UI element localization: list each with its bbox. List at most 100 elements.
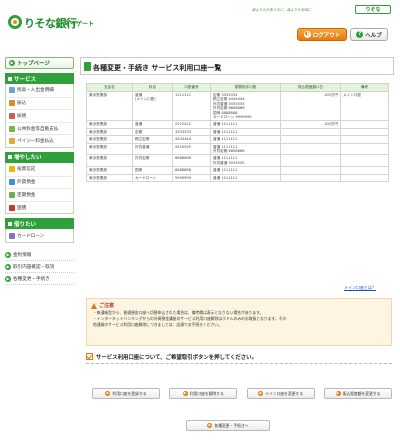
table-cell-limit xyxy=(280,135,341,144)
deposit-icon xyxy=(9,191,15,198)
table-cell-account: 8888888 xyxy=(172,166,211,175)
sidebar-item-label: 定期預金 xyxy=(17,192,36,198)
link-label: 取引内容確認・取消 xyxy=(13,265,55,271)
table-cell-type: カードローン xyxy=(132,173,173,183)
section-title: 増やしたい xyxy=(14,155,42,162)
table-cell-account: 4444444 xyxy=(172,135,211,144)
sidebar-item-payeasy[interactable]: ペイジー料金払込 xyxy=(6,134,73,147)
sidebar-item-label: 振替 xyxy=(17,113,27,119)
register-account-button[interactable]: ▶ 利用口座を登録する xyxy=(92,388,160,399)
slogan: 誰よりもお客さまに、誰よりも地域に xyxy=(252,8,312,12)
bond-icon xyxy=(9,204,15,211)
sidebar-item-fx-deposit[interactable]: 外貨預金 xyxy=(6,175,73,189)
section-header-invest: 増やしたい xyxy=(5,151,74,163)
logout-icon: ◐ xyxy=(303,31,311,38)
table-cell-partner: 定期 3333333 積立定期 4444444 外貨普通 5555555 外貨定… xyxy=(210,90,281,122)
table-cell-note xyxy=(340,120,389,129)
section-title: サービス xyxy=(14,76,37,83)
sidebar-item-furikae[interactable]: 振替 xyxy=(6,109,73,122)
notice-body: ・無通帳型から、普通預金口座へ切替申込された場合は、備考欄は表示となりない場合が… xyxy=(93,310,387,328)
table-cell-partner: 普通 1111111 xyxy=(210,173,281,183)
notice-line: 他通貨のサービス利用口座解除につきましては、店頭でお手続きください。 xyxy=(93,322,222,327)
sidebar-link-rates[interactable]: ▶ 金利情報 xyxy=(5,251,74,261)
invest-menu: 投資信託 外貨預金 定期預金 国債 xyxy=(5,162,74,215)
change-limit-button[interactable]: ▶ 振込限度額を変更する xyxy=(323,388,392,399)
button-label: 振込限度額を変更する xyxy=(342,390,381,396)
table-cell-type: 国債 xyxy=(132,166,173,175)
column-header: 振込限度額/1日 xyxy=(280,83,341,92)
arrow-icon: ▶ xyxy=(9,60,15,66)
arrow-icon: ▶ xyxy=(5,252,11,259)
column-header: 振替相手口座 xyxy=(210,83,281,92)
logout-button[interactable]: ◐ ログアウト xyxy=(297,28,347,41)
sidebar-item-utility-payment[interactable]: 公共料金等自動支払 xyxy=(6,121,73,135)
coin-icon xyxy=(9,166,15,173)
table-cell-account: 2222222 xyxy=(172,120,211,129)
table-cell-limit xyxy=(280,127,341,137)
brand-badge[interactable]: りそな xyxy=(355,5,391,14)
remove-account-button[interactable]: ▶ 利用口座を解除する xyxy=(169,388,238,399)
check-icon xyxy=(86,353,93,360)
card-icon xyxy=(9,232,15,239)
table-cell-limit: 100万円 xyxy=(280,90,341,122)
sidebar-item-card-loan[interactable]: カードローン xyxy=(6,229,73,242)
sidebar-link-settings[interactable]: ▶ 各種変更・手続き xyxy=(5,275,74,285)
logout-label: ログアウト xyxy=(312,32,341,39)
table-row: 東京営業部 国債 8888888 普通 1111111 xyxy=(86,166,389,175)
sidebar-item-label: 国債 xyxy=(17,205,27,211)
table-row: 東京営業部 外貨普通 5555555 普通 1111111 外貨定期 6666666 xyxy=(86,142,389,156)
table-cell-note: メイン口座 xyxy=(340,90,389,122)
sidebar-item-transfer[interactable]: 振込 xyxy=(6,96,73,110)
section-header-service: サービス xyxy=(5,73,74,84)
table-cell-note xyxy=(340,127,389,137)
utility-icon xyxy=(9,125,15,132)
top-page-button[interactable]: ▶ トップページ xyxy=(5,57,74,69)
column-header: 備考 xyxy=(340,83,389,92)
arrow-icon: ▶ xyxy=(5,276,11,283)
table-row: 東京営業部 普通 2222222 普通 1111111 100万円 xyxy=(86,120,389,129)
table-cell-note xyxy=(340,173,389,183)
notice-box: ご注意 ・無通帳型から、普通預金口座へ切替申込された場合は、備考欄は表示となりな… xyxy=(86,298,392,346)
sidebar-link-history[interactable]: ▶ 取引内容確認・取消 xyxy=(5,263,74,273)
transfer-icon xyxy=(9,100,15,107)
help-button[interactable]: ? ヘルプ xyxy=(350,28,388,41)
sidebar-item-bonds[interactable]: 国債 xyxy=(6,200,73,214)
table-cell-type: 普通 xyxy=(132,120,173,129)
button-label: 各種変更・手続きへ xyxy=(214,422,249,428)
column-header: 科目 xyxy=(132,83,173,92)
table-cell-partner: 普通 1111111 xyxy=(210,127,281,137)
table-cell-account: 9999999 xyxy=(172,173,211,183)
table-cell-account: 6666666 xyxy=(172,154,211,168)
table-cell-limit xyxy=(280,173,341,183)
table-cell-branch: 東京営業部 xyxy=(86,173,133,183)
header: りそな銀行 マイゲート 誰よりもお客さまに、誰よりも地域に りそな ◐ ログアウ… xyxy=(0,0,400,48)
column-header: 口座番号 xyxy=(172,83,211,92)
sidebar-item-time-deposit[interactable]: 定期預金 xyxy=(6,188,73,201)
table-row: 東京営業部 外貨定期 6666666 普通 1111111 外貨普通 5555555 xyxy=(86,154,389,168)
arrow-icon: ▶ xyxy=(5,264,11,271)
back-to-settings-button[interactable]: ▶ 各種変更・手続きへ xyxy=(186,420,270,431)
change-main-account-button[interactable]: ▶ メイン口座を変更する xyxy=(246,388,315,399)
section-title: 借りたい xyxy=(14,221,37,228)
instruction-text: サービス利用口座について、ご希望取引ボタンを押してください。 xyxy=(96,354,257,361)
bankbook-icon xyxy=(9,87,15,94)
main-account-help-link[interactable]: メイン口座とは？ xyxy=(344,285,376,291)
table-cell-branch: 東京営業部 xyxy=(86,135,133,144)
table-cell-partner: 普通 1111111 xyxy=(210,120,281,129)
sidebar: ▶ トップページ サービス 残高・入出金明細 振込 振替 公共料金等自動支払 ペ… xyxy=(5,57,74,285)
sidebar-item-investment-trust[interactable]: 投資信託 xyxy=(6,163,73,176)
table-row: 東京営業部 定期 3333333 普通 1111111 xyxy=(86,127,389,137)
sidebar-item-label: 投資信託 xyxy=(17,167,36,173)
table-cell-branch: 東京営業部 xyxy=(86,142,133,156)
table-cell-type: 外貨定期 xyxy=(132,154,173,168)
table-cell-limit xyxy=(280,154,341,168)
sidebar-item-balance[interactable]: 残高・入出金明細 xyxy=(6,84,73,97)
arrow-icon: ▶ xyxy=(335,391,341,396)
table-cell-partner: 普通 1111111 外貨定期 6666666 xyxy=(210,142,281,156)
service-menu: 残高・入出金明細 振込 振替 公共料金等自動支払 ペイジー料金払込 xyxy=(5,84,74,148)
arrow-icon: ▶ xyxy=(258,391,264,396)
borrow-menu: カードローン xyxy=(5,229,74,243)
arrow-icon: ▶ xyxy=(105,391,111,396)
table-cell-type: 定期 xyxy=(132,127,173,137)
arrow-icon: ▶ xyxy=(182,391,188,396)
